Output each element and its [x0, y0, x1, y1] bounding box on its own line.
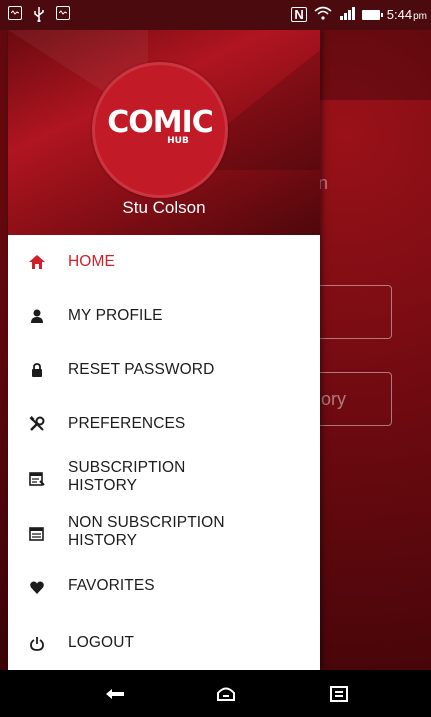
- menu-item-non-subscription-history[interactable]: NON SUBSCRIPTION HISTORY: [8, 505, 320, 559]
- status-bar-right: N 5:44pm: [291, 6, 427, 23]
- screen-icon: [56, 6, 70, 20]
- home-button-icon[interactable]: [214, 682, 238, 706]
- menu-item-label: RESET PASSWORD: [68, 361, 215, 378]
- logo-subtext: HUB: [167, 136, 189, 146]
- menu-item-label-line1: SUBSCRIPTION: [68, 459, 186, 476]
- tools-icon: [28, 415, 46, 433]
- screen-icon: [8, 6, 22, 20]
- menu-item-label: SUBSCRIPTION HISTORY: [68, 459, 185, 495]
- heart-icon: [28, 578, 46, 596]
- receipt-icon: [28, 470, 46, 488]
- menu-item-label-line2: HISTORY: [68, 477, 138, 494]
- menu-item-subscription-history[interactable]: SUBSCRIPTION HISTORY: [8, 451, 320, 505]
- navigation-drawer: COMIC HUB Stu Colson HOME MY PROFILE RES…: [8, 30, 320, 670]
- menu-item-my-profile[interactable]: MY PROFILE: [8, 289, 320, 343]
- user-name: Stu Colson: [122, 198, 206, 217]
- user-icon: [28, 307, 46, 325]
- status-bar-left: [8, 6, 70, 23]
- lock-icon: [28, 361, 46, 379]
- screen: n ory N 5:44pm COMIC HUB Stu Colson HOME…: [0, 0, 431, 717]
- navigation-bar: [0, 670, 431, 717]
- background-button-text: ory: [321, 389, 347, 409]
- menu-item-label: PREFERENCES: [68, 415, 186, 432]
- clock-suffix: pm: [413, 11, 427, 22]
- power-icon: [28, 634, 46, 652]
- recent-apps-icon[interactable]: [327, 682, 351, 706]
- menu-item-label: FAVORITES: [68, 577, 155, 594]
- menu-item-reset-password[interactable]: RESET PASSWORD: [8, 343, 320, 397]
- background-toolbar: [320, 30, 431, 100]
- signal-icon: [339, 6, 355, 23]
- clock-time: 5:44: [386, 7, 413, 22]
- menu-item-label-line1: NON SUBSCRIPTION: [68, 514, 225, 531]
- menu-item-label-line2: HISTORY: [68, 532, 138, 549]
- status-bar: N 5:44pm: [0, 0, 431, 30]
- drawer-header: COMIC HUB Stu Colson: [8, 30, 320, 235]
- menu-item-label: MY PROFILE: [68, 307, 163, 324]
- logo-text: COMIC: [107, 105, 214, 140]
- receipt-list-icon: [28, 525, 46, 543]
- nfc-icon: N: [291, 7, 307, 22]
- menu-item-label: NON SUBSCRIPTION HISTORY: [68, 514, 225, 550]
- clock: 5:44pm: [387, 7, 427, 22]
- menu-item-label: HOME: [68, 253, 115, 270]
- menu-item-logout[interactable]: LOGOUT: [8, 614, 320, 670]
- back-icon[interactable]: [103, 682, 127, 706]
- home-icon: [28, 253, 46, 271]
- menu-item-home[interactable]: HOME: [8, 235, 320, 289]
- wifi-icon: [314, 6, 332, 23]
- usb-icon: [32, 6, 46, 23]
- comic-hub-logo: COMIC HUB: [92, 62, 228, 198]
- battery-icon: [361, 9, 383, 20]
- menu-item-label: LOGOUT: [68, 634, 135, 651]
- menu-item-favorites[interactable]: FAVORITES: [8, 559, 320, 613]
- menu-item-preferences[interactable]: PREFERENCES: [8, 397, 320, 451]
